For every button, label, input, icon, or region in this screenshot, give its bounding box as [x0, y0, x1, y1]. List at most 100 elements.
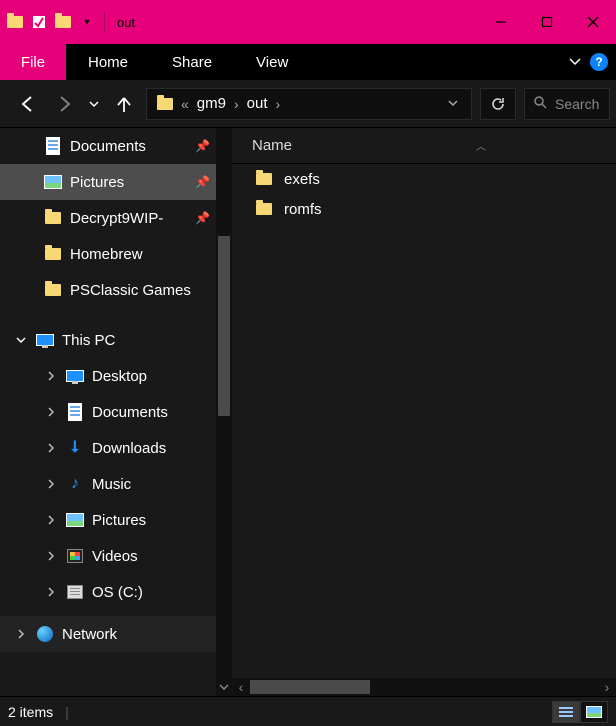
breadcrumb-segment[interactable]: gm9	[191, 95, 232, 112]
document-icon	[44, 137, 62, 155]
sidebar-item-label: Videos	[92, 548, 138, 565]
sort-indicator-icon: ︿	[476, 138, 486, 153]
sidebar-item-label: Decrypt9WIP-	[70, 210, 163, 227]
scrollbar-thumb[interactable]	[250, 680, 370, 694]
forward-button[interactable]	[50, 90, 78, 118]
scroll-left-icon[interactable]: ‹	[232, 679, 250, 695]
window-title: out	[117, 15, 135, 30]
sidebar-item-music[interactable]: ♪ Music	[0, 466, 232, 502]
expand-icon[interactable]	[14, 629, 28, 639]
file-row[interactable]: exefs	[232, 164, 616, 194]
folder-icon	[44, 209, 62, 227]
breadcrumb-overflow[interactable]: «	[179, 96, 191, 112]
scroll-right-icon[interactable]: ›	[598, 679, 616, 695]
view-thumbnails-button[interactable]	[580, 701, 608, 723]
address-history-button[interactable]	[439, 96, 467, 112]
sidebar-item-os-c-[interactable]: OS (C:)	[0, 574, 232, 610]
folder-icon	[44, 281, 62, 299]
tab-share[interactable]: Share	[150, 44, 234, 80]
video-icon	[66, 547, 84, 565]
search-placeholder: Search	[555, 96, 599, 112]
file-name: exefs	[284, 171, 320, 188]
address-bar[interactable]: « gm9 › out ›	[146, 88, 472, 120]
pictures-icon	[44, 173, 62, 191]
music-icon: ♪	[66, 475, 84, 493]
sidebar-item-psclassic-games[interactable]: PSClassic Games	[0, 272, 232, 308]
sidebar-item-desktop[interactable]: Desktop	[0, 358, 232, 394]
help-button[interactable]: ?	[590, 53, 608, 71]
qat-properties-icon[interactable]	[28, 11, 50, 33]
sidebar-item-label: Pictures	[92, 512, 146, 529]
tab-home[interactable]: Home	[66, 44, 150, 80]
expand-ribbon-icon[interactable]	[568, 54, 582, 71]
file-list: Name ︿ exefs romfs ‹ ›	[232, 128, 616, 696]
titlebar: ▾ out	[0, 0, 616, 44]
navbar: « gm9 › out › Search	[0, 80, 616, 128]
pin-icon: 📌	[195, 175, 210, 189]
sidebar-item-label: Downloads	[92, 440, 166, 457]
qat-folder-icon[interactable]	[4, 11, 26, 33]
pictures-icon	[66, 511, 84, 529]
collapse-icon[interactable]	[14, 335, 28, 345]
sidebar-item-label: Documents	[92, 404, 168, 421]
minimize-button[interactable]	[478, 0, 524, 44]
recent-locations-button[interactable]	[86, 90, 102, 118]
expand-icon[interactable]	[44, 479, 58, 489]
view-details-button[interactable]	[552, 701, 580, 723]
ribbon: File Home Share View ?	[0, 44, 616, 80]
search-box[interactable]: Search	[524, 88, 610, 120]
document-icon	[66, 403, 84, 421]
chevron-right-icon[interactable]: ›	[274, 96, 283, 112]
scroll-down-icon[interactable]	[216, 678, 232, 696]
up-button[interactable]	[110, 90, 138, 118]
maximize-button[interactable]	[524, 0, 570, 44]
content-hscrollbar[interactable]: ‹ ›	[232, 678, 616, 696]
scrollbar-thumb[interactable]	[218, 236, 230, 416]
breadcrumb-root-icon[interactable]	[151, 98, 179, 110]
expand-icon[interactable]	[44, 587, 58, 597]
breadcrumb-segment[interactable]: out	[241, 95, 274, 112]
folder-icon	[44, 245, 62, 263]
qat-newfolder-icon[interactable]	[52, 11, 74, 33]
network-icon	[36, 625, 54, 643]
sidebar-item-label: Desktop	[92, 368, 147, 385]
back-button[interactable]	[14, 90, 42, 118]
column-label: Name	[252, 137, 292, 154]
refresh-button[interactable]	[480, 88, 516, 120]
pin-icon: 📌	[195, 211, 210, 225]
monitor-icon	[66, 367, 84, 385]
folder-icon	[256, 173, 272, 185]
expand-icon[interactable]	[44, 515, 58, 525]
sidebar-item-downloads[interactable]: ⭣ Downloads	[0, 430, 232, 466]
qat-customize-icon[interactable]: ▾	[76, 11, 98, 33]
expand-icon[interactable]	[44, 443, 58, 453]
file-tab[interactable]: File	[0, 44, 66, 80]
sidebar-item-decrypt9wip-[interactable]: Decrypt9WIP- 📌	[0, 200, 232, 236]
search-icon	[533, 95, 547, 112]
sidebar-item-label: Documents	[70, 138, 146, 155]
sidebar-this-pc[interactable]: This PC	[0, 322, 232, 358]
column-header-name[interactable]: Name ︿	[232, 128, 616, 164]
status-bar: 2 items |	[0, 696, 616, 726]
sidebar-scrollbar[interactable]	[216, 128, 232, 696]
folder-icon	[256, 203, 272, 215]
download-icon: ⭣	[66, 439, 84, 457]
sidebar-network[interactable]: Network	[0, 616, 232, 652]
sidebar-item-label: Network	[62, 626, 117, 643]
tab-view[interactable]: View	[234, 44, 310, 80]
sidebar-item-documents[interactable]: Documents	[0, 394, 232, 430]
chevron-right-icon[interactable]: ›	[232, 96, 241, 112]
sidebar-item-videos[interactable]: Videos	[0, 538, 232, 574]
expand-icon[interactable]	[44, 551, 58, 561]
sidebar-item-label: Music	[92, 476, 131, 493]
expand-icon[interactable]	[44, 371, 58, 381]
status-item-count: 2 items	[8, 704, 53, 720]
sidebar-item-pictures[interactable]: Pictures📌	[0, 164, 232, 200]
sidebar-item-documents[interactable]: Documents📌	[0, 128, 232, 164]
sidebar-item-homebrew[interactable]: Homebrew	[0, 236, 232, 272]
sidebar-item-pictures[interactable]: Pictures	[0, 502, 232, 538]
disk-icon	[66, 583, 84, 601]
file-row[interactable]: romfs	[232, 194, 616, 224]
close-button[interactable]	[570, 0, 616, 44]
expand-icon[interactable]	[44, 407, 58, 417]
